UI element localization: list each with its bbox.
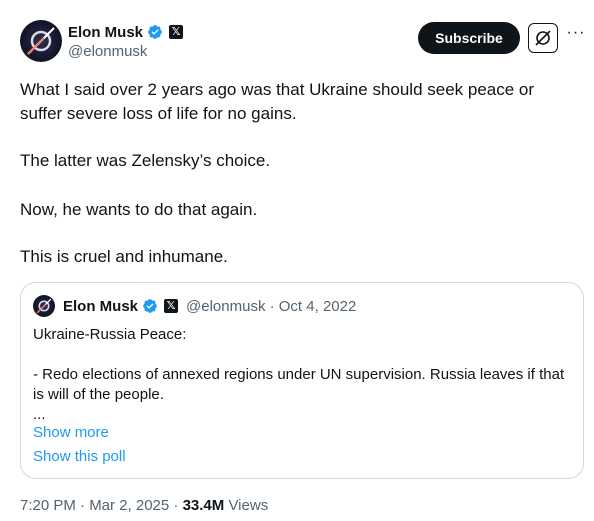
quoted-text-line: - Redo elections of annexed regions unde… bbox=[33, 366, 565, 403]
avatar-logo-icon bbox=[27, 27, 55, 55]
quoted-author-avatar bbox=[33, 295, 55, 317]
tweet-paragraph: What I said over 2 years ago was that Uk… bbox=[20, 80, 535, 123]
grok-icon bbox=[535, 30, 551, 46]
tweet-paragraph: Now, he wants to do that again. bbox=[20, 200, 258, 219]
tweet-meta: 7:20 PM · Mar 2, 2025 · 33.4M Views bbox=[20, 497, 268, 514]
author-name-row: Elon Musk 𝕏 bbox=[68, 22, 184, 42]
avatar-logo-icon bbox=[36, 298, 52, 314]
subscribe-button[interactable]: Subscribe bbox=[418, 22, 520, 54]
quoted-tweet-header: Elon Musk 𝕏 @elonmusk · Oct 4, 2022 bbox=[33, 295, 356, 317]
show-poll-link[interactable]: Show this poll bbox=[33, 448, 126, 465]
tweet-header: Elon Musk 𝕏 @elonmusk Subscribe ··· bbox=[20, 20, 586, 62]
author-avatar[interactable] bbox=[20, 20, 62, 62]
quoted-author-name: Elon Musk bbox=[63, 297, 139, 315]
tweet-paragraph: The latter was Zelensky’s choice. bbox=[20, 151, 271, 170]
quoted-handle-date: @elonmusk · Oct 4, 2022 bbox=[186, 297, 357, 315]
grok-button[interactable] bbox=[528, 23, 558, 53]
author-display-name[interactable]: Elon Musk bbox=[68, 24, 143, 41]
more-icon[interactable]: ··· bbox=[566, 25, 586, 46]
x-logo-icon: 𝕏 bbox=[164, 299, 179, 313]
verified-badge-icon bbox=[143, 299, 157, 313]
verified-badge-icon bbox=[148, 25, 162, 39]
author-handle[interactable]: @elonmusk bbox=[68, 43, 147, 60]
quoted-tweet[interactable]: Elon Musk 𝕏 @elonmusk · Oct 4, 2022 Ukra… bbox=[20, 282, 584, 479]
quoted-text-line: Ukraine-Russia Peace: bbox=[33, 326, 187, 343]
views-count: 33.4M bbox=[182, 497, 225, 514]
tweet-paragraph: This is cruel and inhumane. bbox=[20, 247, 228, 266]
show-more-link[interactable]: Show more bbox=[33, 424, 109, 441]
x-logo-icon: 𝕏 bbox=[169, 25, 184, 39]
quoted-text-line: ... bbox=[33, 406, 46, 423]
timestamp[interactable]: 7:20 PM · Mar 2, 2025 · bbox=[20, 497, 183, 514]
views-label: Views bbox=[224, 497, 269, 514]
